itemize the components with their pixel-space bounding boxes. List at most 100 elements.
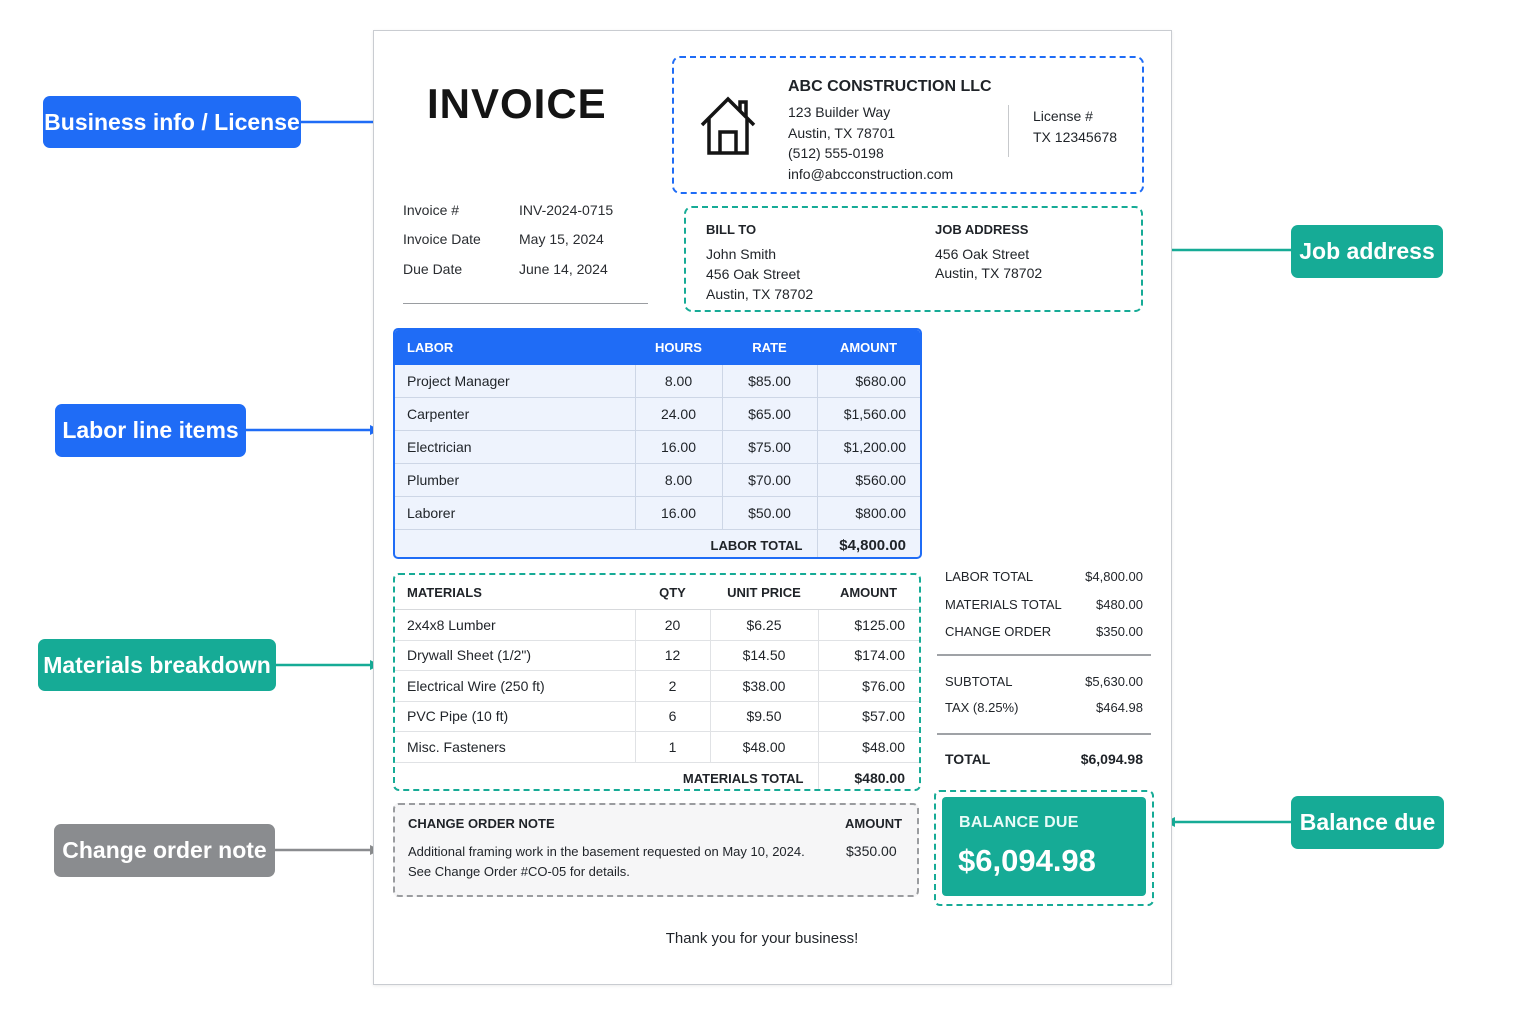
due-date-label: Due Date — [403, 261, 463, 277]
labor-rate: $65.00 — [721, 397, 817, 431]
material-qty: 1 — [634, 731, 710, 763]
material-name: Electrical Wire (250 ft) — [395, 670, 635, 702]
hours-col-header: HOURS — [635, 330, 722, 365]
materials-col-header: MATERIALS — [395, 575, 635, 610]
invoice-date-value: May 15, 2024 — [519, 231, 604, 247]
callout-balance-due: Balance due — [1291, 796, 1444, 849]
materials-header-row: MATERIALS QTY UNIT PRICE AMOUNT — [395, 575, 919, 610]
material-name: PVC Pipe (10 ft) — [395, 701, 635, 732]
due-date-value: June 14, 2024 — [519, 261, 608, 277]
bill-to-name: John Smith — [706, 246, 777, 262]
table-row: Project Manager 8.00 $85.00 $680.00 — [395, 365, 920, 398]
total-value: $6,094.98 — [1080, 751, 1143, 767]
rate-col-header: RATE — [722, 330, 817, 365]
thank-you-text: Thank you for your business! — [665, 930, 859, 947]
balance-due-amount: $6,094.98 — [958, 843, 1096, 878]
labor-hours: 16.00 — [634, 496, 722, 530]
change-order-amount-label: AMOUNT — [845, 816, 903, 831]
change-order-amount: $350.00 — [846, 843, 897, 859]
table-row: 2x4x8 Lumber 20 $6.25 $125.00 — [395, 609, 919, 641]
thank-you-note: Thank you for your business! — [0, 930, 1536, 947]
license-label: License # — [1033, 108, 1093, 124]
license-number: TX 12345678 — [1033, 129, 1118, 145]
labor-amount: $1,200.00 — [816, 430, 920, 464]
balance-due-label: BALANCE DUE — [959, 814, 1079, 831]
labor-rate: $75.00 — [721, 430, 817, 464]
amount-col-header: AMOUNT — [817, 330, 920, 365]
amount-col-header: AMOUNT — [818, 575, 919, 610]
labor-rate: $50.00 — [721, 496, 817, 530]
bill-to-heading: BILL TO — [706, 222, 757, 237]
business-address-line1: 123 Builder Way — [788, 104, 891, 120]
labor-role: Carpenter — [395, 397, 635, 431]
labor-hours: 24.00 — [634, 397, 722, 431]
table-row: Carpenter 24.00 $65.00 $1,560.00 — [395, 397, 920, 431]
material-unit-price: $38.00 — [709, 670, 818, 702]
summary-materials-total-value: $480.00 — [1096, 597, 1143, 612]
business-email: info@abcconstruction.com — [788, 166, 954, 182]
labor-amount: $1,560.00 — [816, 397, 920, 431]
labor-role: Project Manager — [395, 365, 635, 398]
materials-total-value: $480.00 — [817, 762, 919, 789]
labor-total-row: LABOR TOTAL $4,800.00 — [395, 529, 920, 557]
qty-col-header: QTY — [635, 575, 710, 610]
table-row: PVC Pipe (10 ft) 6 $9.50 $57.00 — [395, 701, 919, 732]
invoice-number-label: Invoice # — [403, 202, 460, 218]
invoice-title: INVOICE — [427, 80, 607, 127]
table-row: Electrician 16.00 $75.00 $1,200.00 — [395, 430, 920, 464]
house-icon — [700, 96, 756, 155]
material-amount: $76.00 — [817, 670, 919, 702]
material-unit-price: $14.50 — [709, 640, 818, 671]
material-qty: 20 — [634, 609, 710, 641]
material-unit-price: $48.00 — [709, 731, 818, 763]
callout-job-address: Job address — [1291, 225, 1443, 278]
total-label: TOTAL — [945, 751, 991, 767]
material-amount: $174.00 — [817, 640, 919, 671]
materials-table: MATERIALS QTY UNIT PRICE AMOUNT 2x4x8 Lu… — [395, 575, 919, 789]
table-row: Laborer 16.00 $50.00 $800.00 — [395, 496, 920, 530]
change-order-description: Additional framing work in the basement … — [408, 844, 805, 859]
material-unit-price: $9.50 — [709, 701, 818, 732]
callout-business-info: Business info / License — [43, 96, 301, 148]
labor-hours: 8.00 — [634, 463, 722, 497]
summary-change-order-label: CHANGE ORDER — [945, 624, 1052, 639]
callout-change-order-note: Change order note — [54, 824, 275, 877]
materials-table-box: MATERIALS QTY UNIT PRICE AMOUNT 2x4x8 Lu… — [393, 573, 921, 791]
labor-table-box: LABOR HOURS RATE AMOUNT Project Manager … — [393, 328, 922, 559]
job-address-city: Austin, TX 78702 — [935, 265, 1043, 281]
table-row: Drywall Sheet (1/2") 12 $14.50 $174.00 — [395, 640, 919, 671]
labor-amount: $560.00 — [816, 463, 920, 497]
labor-amount: $800.00 — [816, 496, 920, 530]
job-address-street: 456 Oak Street — [935, 246, 1030, 262]
callout-materials-breakdown: Materials breakdown — [38, 639, 276, 691]
business-phone: (512) 555-0198 — [788, 145, 884, 161]
summary-divider — [937, 733, 1151, 735]
labor-hours: 16.00 — [634, 430, 722, 464]
material-name: Misc. Fasteners — [395, 731, 635, 763]
labor-total-value: $4,800.00 — [816, 529, 920, 557]
material-amount: $125.00 — [817, 609, 919, 641]
subtotal-label: SUBTOTAL — [945, 674, 1013, 689]
material-qty: 2 — [634, 670, 710, 702]
meta-divider — [403, 303, 648, 304]
material-name: Drywall Sheet (1/2") — [395, 640, 635, 671]
tax-label: TAX (8.25%) — [945, 700, 1019, 715]
material-qty: 12 — [634, 640, 710, 671]
subtotal-value: $5,630.00 — [1085, 674, 1143, 689]
labor-role: Electrician — [395, 430, 635, 464]
labor-total-label: LABOR TOTAL — [710, 537, 803, 553]
unit-price-col-header: UNIT PRICE — [710, 575, 818, 610]
labor-hours: 8.00 — [634, 365, 722, 398]
job-address-heading: JOB ADDRESS — [935, 222, 1029, 237]
bill-to-city: Austin, TX 78702 — [706, 286, 814, 302]
labor-table: LABOR HOURS RATE AMOUNT Project Manager … — [395, 330, 920, 557]
labor-role: Laborer — [395, 496, 635, 530]
invoice-date-label: Invoice Date — [403, 231, 481, 247]
material-amount: $48.00 — [817, 731, 919, 763]
table-row: Misc. Fasteners 1 $48.00 $48.00 — [395, 731, 919, 763]
tax-value: $464.98 — [1096, 700, 1143, 715]
invoice-number-value: INV-2024-0715 — [519, 202, 614, 218]
material-qty: 6 — [634, 701, 710, 732]
labor-rate: $70.00 — [721, 463, 817, 497]
materials-total-row: MATERIALS TOTAL $480.00 — [395, 762, 919, 789]
